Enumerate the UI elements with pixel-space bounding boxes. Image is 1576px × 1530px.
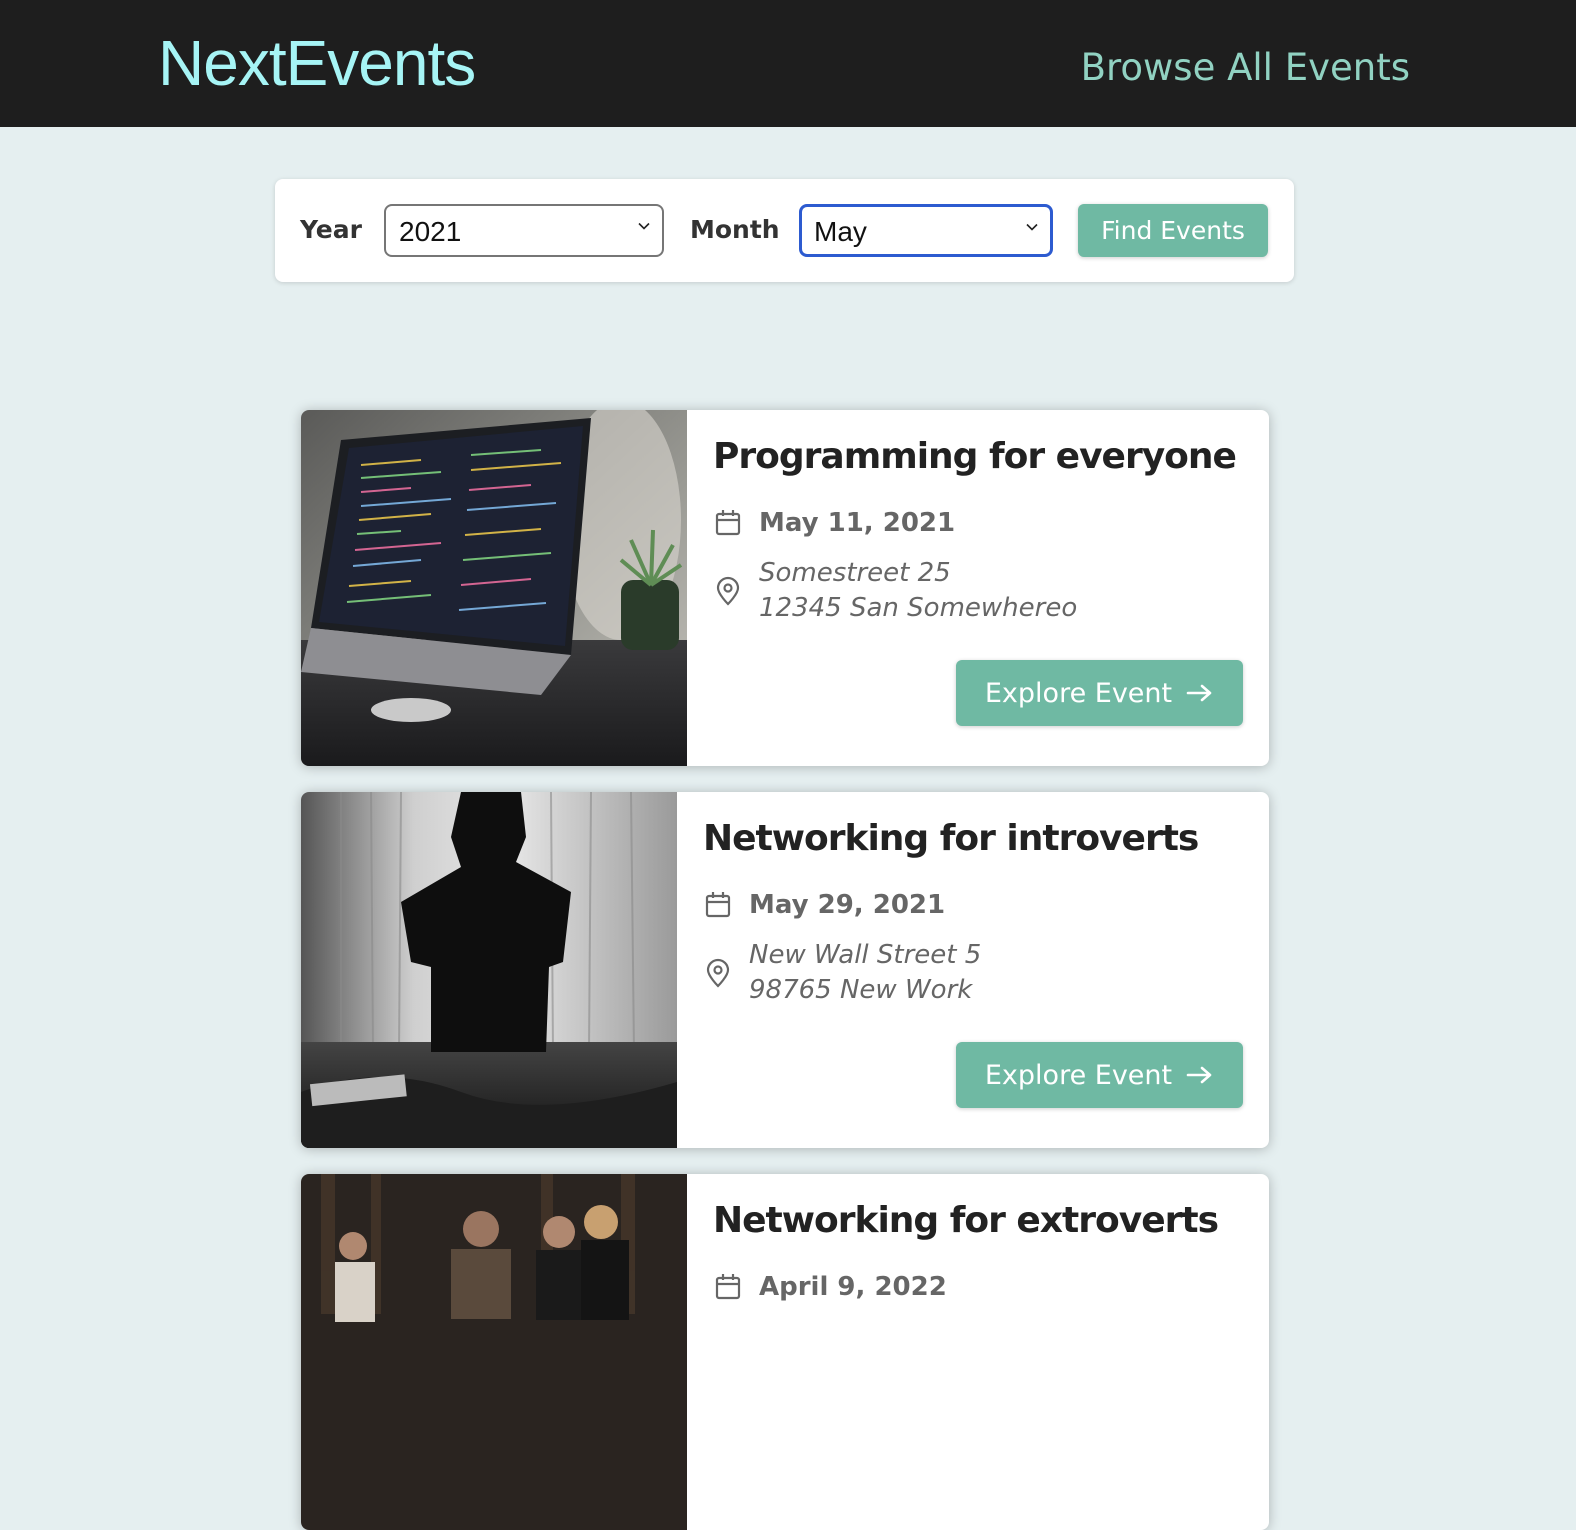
arrow-right-icon xyxy=(1186,1066,1212,1084)
event-title: Networking for extroverts xyxy=(713,1200,1219,1241)
explore-event-label: Explore Event xyxy=(984,677,1173,709)
browse-all-events-link[interactable]: Browse All Events xyxy=(1081,46,1410,89)
event-date: April 9, 2022 xyxy=(713,1272,947,1302)
event-title: Programming for everyone xyxy=(713,436,1237,477)
people-socializing-photo xyxy=(301,1174,687,1530)
event-title: Networking for introverts xyxy=(703,818,1199,859)
find-events-button[interactable]: Find Events xyxy=(1078,204,1268,257)
address-line-2: 12345 San Somewhereo xyxy=(759,593,1078,623)
explore-event-button[interactable]: Explore Event xyxy=(956,1042,1243,1108)
chevron-down-icon xyxy=(1026,223,1038,231)
calendar-icon xyxy=(715,510,741,536)
explore-event-label: Explore Event xyxy=(984,1059,1173,1091)
address-line-1: Somestreet 25 xyxy=(759,558,951,588)
month-select[interactable]: May xyxy=(799,204,1053,257)
month-label: Month xyxy=(690,215,780,244)
year-select-value: 2021 xyxy=(399,216,462,247)
site-header: NextEvents Browse All Events xyxy=(0,0,1576,127)
event-address: New Wall Street 5 98765 New Work xyxy=(703,938,981,1008)
calendar-icon xyxy=(715,1274,741,1300)
event-date: May 29, 2021 xyxy=(703,890,945,920)
laptop-code-photo xyxy=(301,410,687,766)
explore-event-button[interactable]: Explore Event xyxy=(956,660,1243,726)
event-address: Somestreet 25 12345 San Somewhereo xyxy=(713,556,1077,626)
logo-link[interactable]: NextEvents xyxy=(158,26,476,100)
event-date-text: April 9, 2022 xyxy=(759,1272,947,1302)
event-date-text: May 29, 2021 xyxy=(749,890,946,920)
person-silhouette-photo xyxy=(301,792,677,1148)
event-card: Networking for extroverts April 9, 2022 xyxy=(301,1174,1269,1530)
event-date: May 11, 2021 xyxy=(713,508,955,538)
event-date-text: May 11, 2021 xyxy=(759,508,956,538)
event-search-form: Year 2021 Month May Find Events xyxy=(275,179,1294,282)
year-label: Year xyxy=(300,215,362,244)
arrow-right-icon xyxy=(1186,684,1212,702)
address-line-1: New Wall Street 5 xyxy=(749,940,982,970)
address-line-2: 98765 New Work xyxy=(749,975,973,1005)
location-pin-icon xyxy=(706,958,730,988)
year-select[interactable]: 2021 xyxy=(384,204,664,257)
calendar-icon xyxy=(705,892,731,918)
event-card: Programming for everyone May 11, 2021 So… xyxy=(301,410,1269,766)
location-pin-icon xyxy=(716,576,740,606)
chevron-down-icon xyxy=(638,222,650,230)
event-card: Networking for introverts May 29, 2021 N… xyxy=(301,792,1269,1148)
month-select-value: May xyxy=(814,216,867,247)
